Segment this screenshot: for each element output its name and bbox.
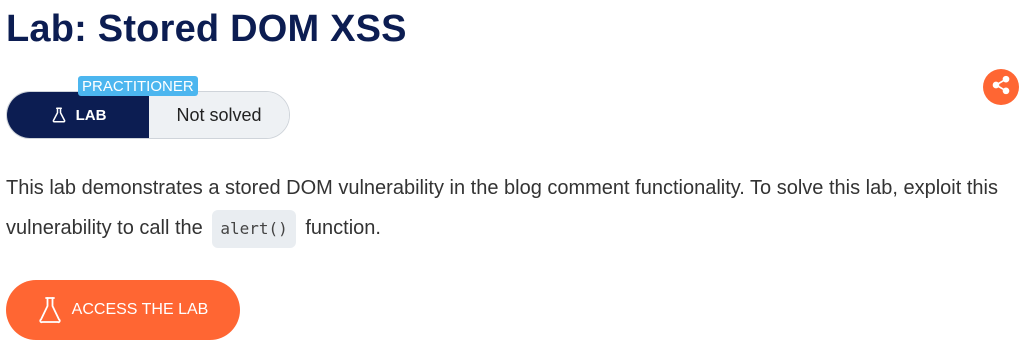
lab-page: Lab: Stored DOM XSS PRACTITIONER LAB Not… — [0, 0, 1024, 349]
share-icon — [991, 75, 1011, 100]
lab-label: LAB — [75, 106, 107, 124]
solved-status: Not solved — [149, 92, 289, 138]
description-text: This lab demonstrates a stored DOM vulne… — [6, 177, 998, 239]
access-lab-label: ACCESS THE LAB — [71, 301, 209, 318]
description-text-end: function. — [305, 217, 381, 239]
flask-icon — [50, 106, 68, 124]
lab-description: This lab demonstrates a stored DOM vulne… — [6, 168, 1018, 248]
share-button[interactable] — [983, 69, 1019, 105]
flask-icon — [38, 296, 62, 324]
access-lab-button[interactable]: ACCESS THE LAB — [6, 280, 240, 340]
code-snippet: alert() — [212, 209, 296, 248]
lab-label-segment: LAB — [7, 92, 149, 138]
level-badge: PRACTITIONER — [78, 76, 198, 96]
lab-status-widget: LAB Not solved — [6, 91, 290, 139]
page-title: Lab: Stored DOM XSS — [6, 8, 407, 50]
